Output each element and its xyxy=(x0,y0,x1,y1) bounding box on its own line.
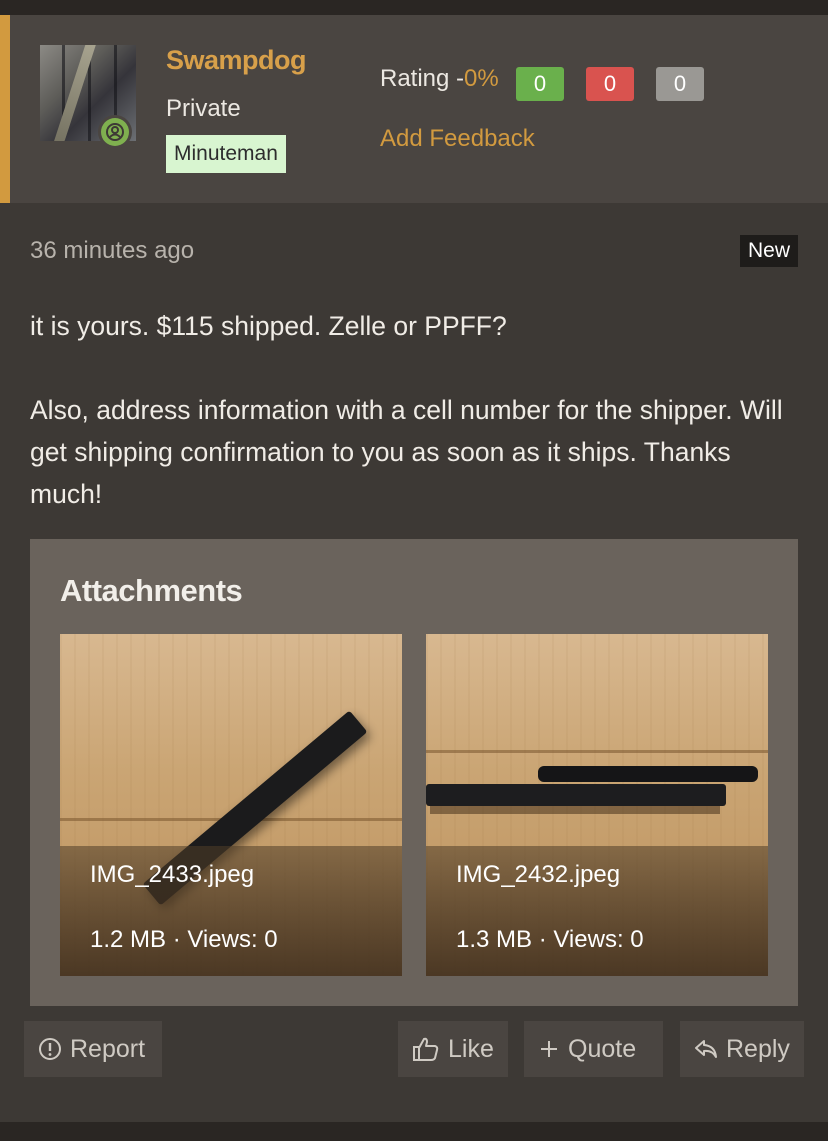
thumbs-up-icon xyxy=(413,1037,439,1061)
post: Swampdog Private Minuteman Rating -0% 0 … xyxy=(0,15,828,1122)
post-body-paragraph: it is yours. $115 shipped. Zelle or PPFF… xyxy=(30,311,507,341)
attachment-meta: 1.2 MB · Views: 0 xyxy=(90,926,278,953)
reply-label: Reply xyxy=(726,1035,790,1063)
rating-label: Rating -0% xyxy=(380,65,499,92)
rating-positive-count[interactable]: 0 xyxy=(516,67,564,101)
user-banner: Minuteman xyxy=(166,135,286,173)
rating-neutral-count[interactable]: 0 xyxy=(656,67,704,101)
attachment-thumbnail[interactable]: IMG_2432.jpeg 1.3 MB · Views: 0 xyxy=(426,634,768,976)
quote-button[interactable]: Quote xyxy=(524,1021,663,1077)
post-body-paragraph: Also, address information with a cell nu… xyxy=(30,395,783,509)
quote-label: Quote xyxy=(568,1035,637,1063)
rating-percent: 0% xyxy=(464,65,499,92)
reply-arrow-icon xyxy=(695,1040,717,1058)
attachment-filename[interactable]: IMG_2433.jpeg xyxy=(90,861,254,889)
like-label: Like xyxy=(448,1035,494,1063)
attachment-meta: 1.3 MB · Views: 0 xyxy=(456,926,644,953)
post-user-header: Swampdog Private Minuteman Rating -0% 0 … xyxy=(0,15,828,203)
warning-circle-icon xyxy=(39,1038,61,1060)
attachments-block: Attachments IMG_2433.jpeg 1.2 MB · Views… xyxy=(30,539,798,1006)
post-body: it is yours. $115 shipped. Zelle or PPFF… xyxy=(30,305,800,515)
plus-icon xyxy=(541,1041,557,1057)
username-link[interactable]: Swampdog xyxy=(166,45,307,76)
top-bar xyxy=(0,0,828,15)
attachment-thumbnail[interactable]: IMG_2433.jpeg 1.2 MB · Views: 0 xyxy=(60,634,402,976)
report-button[interactable]: Report xyxy=(24,1021,162,1077)
rating-negative-count[interactable]: 0 xyxy=(586,67,634,101)
add-feedback-link[interactable]: Add Feedback xyxy=(380,125,535,153)
user-online-icon xyxy=(98,115,132,149)
new-badge: New xyxy=(739,235,798,267)
report-label: Report xyxy=(70,1035,146,1063)
attachments-title: Attachments xyxy=(60,573,243,608)
attachment-filename[interactable]: IMG_2432.jpeg xyxy=(456,861,620,889)
user-title: Private xyxy=(166,95,241,122)
post-timestamp[interactable]: 36 minutes ago xyxy=(30,237,194,265)
bottom-bar xyxy=(0,1122,828,1141)
like-button[interactable]: Like xyxy=(398,1021,508,1077)
reply-button[interactable]: Reply xyxy=(680,1021,804,1077)
